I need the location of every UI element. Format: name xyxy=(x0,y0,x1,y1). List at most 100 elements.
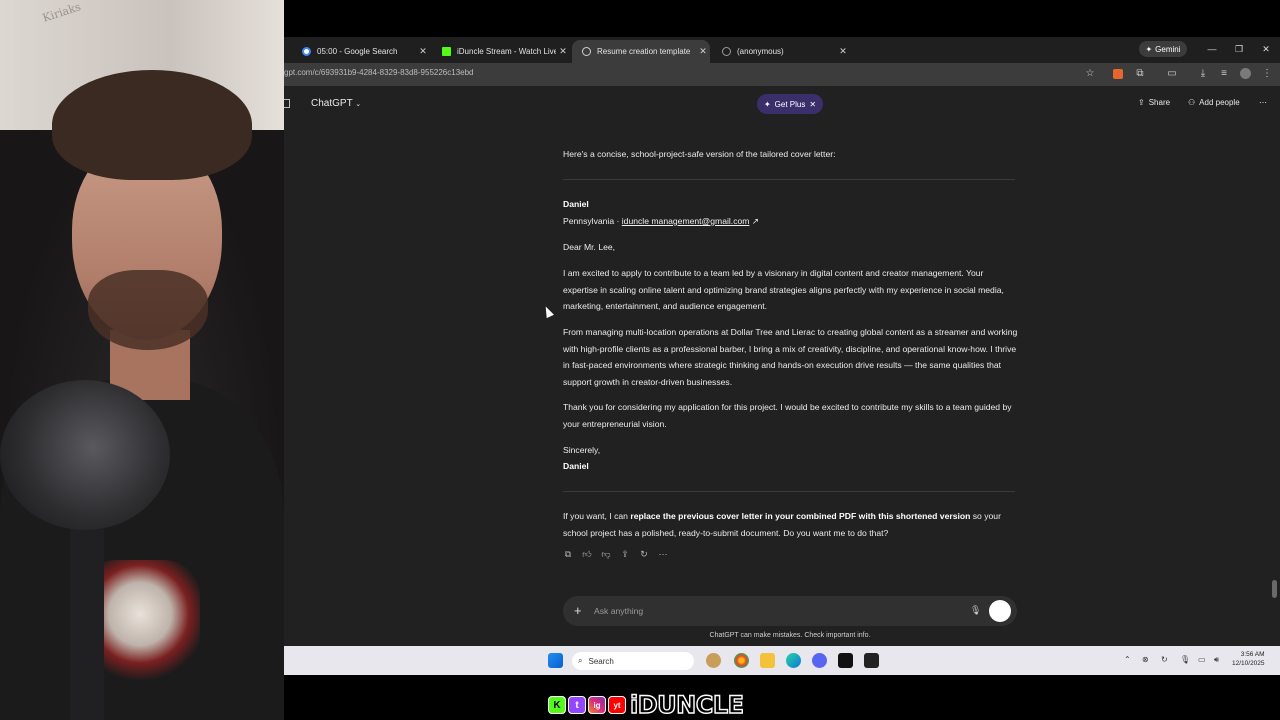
bookmark-star-icon[interactable]: ☆ xyxy=(1084,68,1096,80)
reading-list-icon[interactable]: ≡ xyxy=(1218,68,1230,80)
thumbs-up-icon[interactable]: 👍︎ xyxy=(582,549,592,559)
sync-icon[interactable]: ↻ xyxy=(1161,655,1168,664)
windows-taskbar: ⌕ Search ⌃ ⊗ ↻ 🎙︎ ▭ 🔊︎ xyxy=(284,646,1280,675)
microphone-tray-icon[interactable]: 🎙︎ xyxy=(1180,655,1190,664)
message-intro: Here's a concise, school-project-safe ve… xyxy=(563,149,836,159)
tab-kick-stream[interactable]: iDuncle Stream - Watch Live on ✕ xyxy=(432,40,570,63)
webcam-overlay: Kiriaks xyxy=(0,0,284,720)
chevron-down-icon: ⌄ xyxy=(355,101,362,108)
microphone-stand xyxy=(70,520,104,720)
twitch-logo-icon: t xyxy=(568,696,586,714)
stream-branding: K t ig yt iDUNCLE xyxy=(548,690,745,720)
volume-icon[interactable]: 🔊︎ xyxy=(1214,655,1219,665)
tab-google-search[interactable]: 05:00 - Google Search ✕ xyxy=(292,40,430,63)
clock-date: 12/10/2025 xyxy=(1232,660,1265,667)
globe-icon xyxy=(722,47,731,56)
tab-chatgpt[interactable]: Resume creation template ✕ xyxy=(572,40,710,63)
voice-mode-button[interactable] xyxy=(989,600,1011,622)
kick-logo-icon: K xyxy=(548,696,566,714)
kick-app-icon[interactable] xyxy=(838,653,853,668)
regenerate-icon[interactable]: ↻ xyxy=(639,549,649,559)
download-icon[interactable]: ⤓ xyxy=(1197,68,1209,80)
close-icon[interactable]: ✕ xyxy=(809,100,816,109)
more-icon[interactable]: ⋯ xyxy=(658,549,668,559)
microphone-icon[interactable]: 🎙︎ xyxy=(970,605,981,616)
brand-name: iDUNCLE xyxy=(629,690,744,719)
close-icon[interactable]: ✕ xyxy=(836,46,850,57)
sender-name: Daniel xyxy=(563,199,589,209)
extension-orange-icon[interactable] xyxy=(1113,69,1123,79)
sparkle-icon: ✦ xyxy=(1145,44,1153,54)
tab-bar: 05:00 - Google Search ✕ iDuncle Stream -… xyxy=(284,37,1280,63)
copilot-icon[interactable] xyxy=(706,653,721,668)
address-bar: gpt.com/c/693931b9-4284-8329-83d8-955226… xyxy=(284,63,1280,86)
discord-icon[interactable] xyxy=(812,653,827,668)
tab-title: iDuncle Stream - Watch Live on xyxy=(457,47,556,56)
search-icon: ⌕ xyxy=(578,656,583,665)
youtube-logo-icon: yt xyxy=(608,696,626,714)
restore-button[interactable]: ❐ xyxy=(1232,42,1246,56)
paragraph-1: I am excited to apply to contribute to a… xyxy=(563,268,1004,311)
chevron-up-icon[interactable]: ⌃ xyxy=(1124,655,1131,664)
close-icon[interactable]: ✕ xyxy=(696,46,710,57)
capcut-icon[interactable] xyxy=(864,653,879,668)
microphone xyxy=(0,380,170,530)
menu-dots-icon[interactable]: ⋮ xyxy=(1261,68,1273,80)
thumbs-down-icon[interactable]: 👎︎ xyxy=(601,549,611,559)
composer[interactable]: + Ask anything 🎙︎ xyxy=(563,596,1017,626)
get-plus-label: Get Plus xyxy=(774,99,806,109)
taskbar-search[interactable]: ⌕ Search xyxy=(572,652,694,670)
share-icon: ⇪ xyxy=(1138,98,1145,107)
network-icon[interactable]: ⊗ xyxy=(1142,655,1149,664)
model-label: ChatGPT xyxy=(311,98,353,109)
tab-title: Resume creation template xyxy=(597,47,691,56)
windows-start-icon[interactable] xyxy=(548,653,563,668)
divider xyxy=(563,491,1015,492)
copy-icon[interactable]: ⧉ xyxy=(563,549,573,559)
sparkle-icon: ✦ xyxy=(763,99,771,109)
paragraph-3: Thank you for considering my application… xyxy=(563,402,1012,429)
streamer-beard xyxy=(88,270,208,350)
chrome-icon[interactable] xyxy=(734,653,749,668)
get-plus-button[interactable]: ✦ Get Plus ✕ xyxy=(757,94,823,114)
close-icon[interactable]: ✕ xyxy=(416,46,430,57)
closing-name: Daniel xyxy=(563,461,589,471)
model-selector[interactable]: ChatGPT ⌄ xyxy=(311,98,361,109)
add-attachment-icon[interactable]: + xyxy=(574,603,582,618)
edge-icon[interactable] xyxy=(786,653,801,668)
display-icon[interactable]: ▭ xyxy=(1198,655,1206,664)
sidebar-toggle-icon[interactable] xyxy=(284,99,290,108)
url-field[interactable]: gpt.com/c/693931b9-4284-8329-83d8-955226… xyxy=(284,68,473,77)
cast-icon[interactable]: ▭ xyxy=(1166,68,1178,80)
followup-text: If you want, I can replace the previous … xyxy=(563,511,1001,538)
chatgpt-header: ChatGPT ⌄ ✦ Get Plus ✕ ⇪ Share ⚇ Add peo… xyxy=(284,90,1280,118)
paragraph-2: From managing multi-location operations … xyxy=(563,327,1018,387)
contact-line: Pennsylvania · iduncle management@gmail.… xyxy=(563,216,760,226)
more-options-icon[interactable]: ⋯ xyxy=(1259,98,1267,107)
external-link-icon: ↗ xyxy=(751,216,760,226)
disclaimer: ChatGPT can make mistakes. Check importa… xyxy=(709,632,871,639)
system-clock[interactable]: 3:56 AM 12/10/2025 xyxy=(1232,650,1265,668)
share-button[interactable]: ⇪ Share xyxy=(1138,98,1170,107)
clock-time: 3:56 AM xyxy=(1240,651,1265,658)
close-icon[interactable]: ✕ xyxy=(556,46,570,57)
tab-anonymous[interactable]: (anonymous) ✕ xyxy=(712,40,850,63)
scrollbar[interactable] xyxy=(1272,580,1277,598)
gemini-label: Gemini xyxy=(1155,44,1181,54)
message-actions: ⧉ 👍︎ 👎︎ ⇪ ↻ ⋯ xyxy=(563,549,668,559)
share-icon[interactable]: ⇪ xyxy=(620,549,630,559)
profile-avatar[interactable] xyxy=(1240,68,1251,79)
close-window-button[interactable]: ✕ xyxy=(1259,42,1273,56)
closing: Sincerely, xyxy=(563,445,601,455)
salutation: Dear Mr. Lee, xyxy=(563,242,616,252)
gemini-button[interactable]: ✦ Gemini xyxy=(1139,41,1187,57)
prompt-input[interactable]: Ask anything xyxy=(594,606,643,616)
add-people-label: Add people xyxy=(1199,98,1240,107)
extensions-puzzle-icon[interactable]: ⧉ xyxy=(1134,68,1146,80)
divider xyxy=(563,179,1015,180)
email-link[interactable]: iduncle management@gmail.com xyxy=(622,216,750,226)
add-people-button[interactable]: ⚇ Add people xyxy=(1188,98,1240,107)
google-icon xyxy=(302,47,311,56)
file-explorer-icon[interactable] xyxy=(760,653,775,668)
minimize-button[interactable]: — xyxy=(1205,42,1219,56)
